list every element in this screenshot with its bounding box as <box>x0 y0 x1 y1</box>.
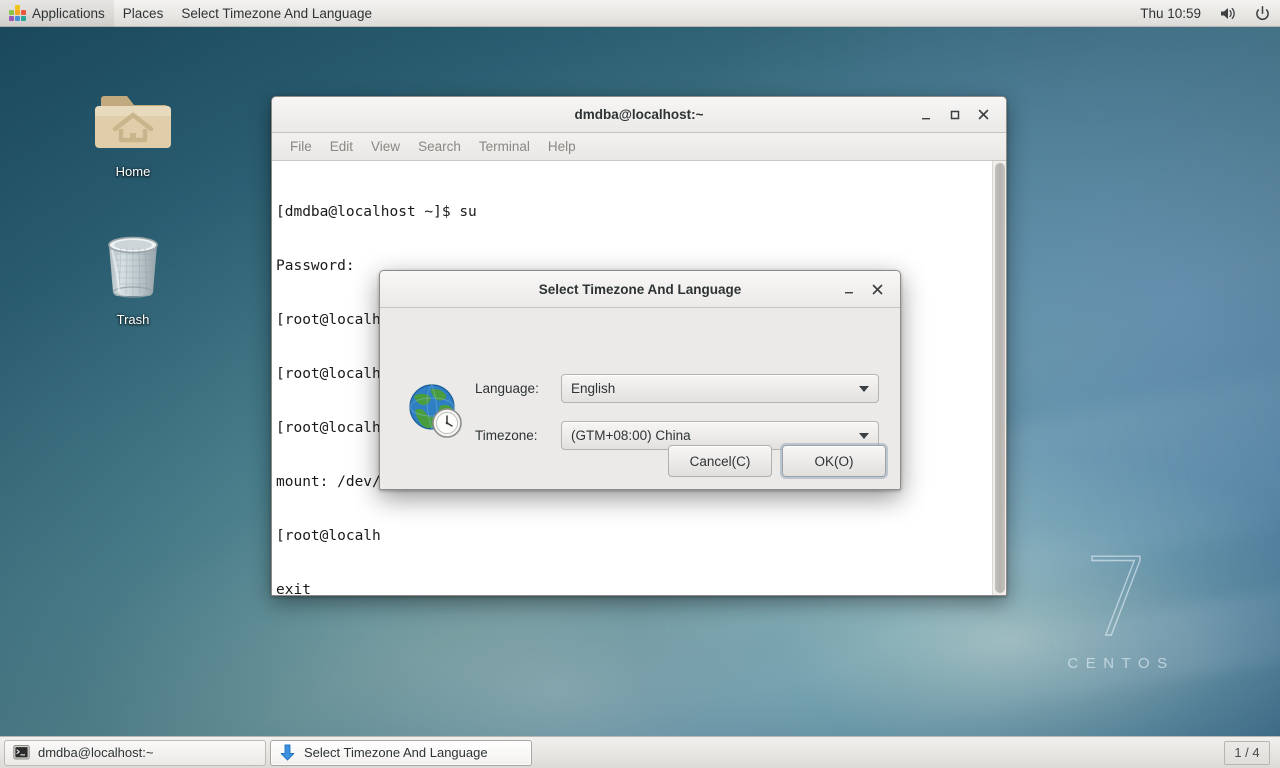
close-glyph <box>978 109 989 120</box>
terminal-menubar[interactable]: File Edit View Search Terminal Help <box>272 133 1006 161</box>
terminal-line: [dmdba@localhost ~]$ su <box>276 204 477 220</box>
panel-status-area: Thu 10:59 <box>1131 0 1280 27</box>
taskbar-item-label: Select Timezone And Language <box>304 745 488 760</box>
maximize-icon[interactable] <box>945 105 964 124</box>
dialog-content: Language: English Timezone: (GTM+08:00) … <box>380 308 900 489</box>
terminal-window-title: dmdba@localhost:~ <box>574 107 704 122</box>
minimize-icon[interactable] <box>916 105 935 124</box>
desktop-screen: 7 CENTOS Home Trash dmdba@localhost:~ Fi… <box>0 0 1280 768</box>
terminal-line: exit <box>276 582 311 595</box>
centos-watermark: 7 CENTOS <box>1035 536 1200 672</box>
maximize-glyph <box>950 110 959 119</box>
close-icon[interactable] <box>868 280 887 299</box>
places-menu[interactable]: Places <box>114 0 173 27</box>
menu-item-help[interactable]: Help <box>539 136 585 157</box>
chevron-down-icon <box>859 385 869 392</box>
language-label: Language: <box>475 381 539 396</box>
language-value: English <box>571 381 616 396</box>
applications-menu-label: Applications <box>32 5 105 21</box>
menu-item-terminal[interactable]: Terminal <box>470 136 539 157</box>
menu-item-search[interactable]: Search <box>409 136 470 157</box>
timezone-label: Timezone: <box>475 428 538 443</box>
ok-button[interactable]: OK(O) <box>782 445 886 477</box>
minimize-icon[interactable] <box>839 280 858 299</box>
power-button[interactable] <box>1245 0 1280 27</box>
terminal-scrollbar[interactable] <box>992 161 1006 595</box>
volume-icon <box>1221 7 1235 19</box>
applications-mosaic-icon <box>9 4 26 22</box>
language-select[interactable]: English <box>561 374 879 403</box>
dialog-titlebar[interactable]: Select Timezone And Language <box>380 271 900 308</box>
terminal-titlebar[interactable]: dmdba@localhost:~ <box>272 97 1006 133</box>
centos-version-number: 7 <box>1082 536 1152 661</box>
centos-wordmark: CENTOS <box>1067 655 1175 672</box>
taskbar-item-label: dmdba@localhost:~ <box>38 745 154 760</box>
dialog-button-row: Cancel(C) OK(O) <box>668 445 886 477</box>
taskbar: dmdba@localhost:~ Select Timezone And La… <box>0 736 1280 768</box>
desktop-icon-trash[interactable]: Trash <box>78 228 188 327</box>
workspace-indicator[interactable]: 1 / 4 <box>1224 740 1270 765</box>
menu-item-view[interactable]: View <box>362 136 409 157</box>
chevron-down-icon <box>859 432 869 439</box>
power-icon <box>1256 5 1269 20</box>
minimize-glyph <box>844 292 853 294</box>
desktop-icon-label: Trash <box>116 312 150 327</box>
taskbar-item-timezone-dialog[interactable]: Select Timezone And Language <box>270 739 532 766</box>
volume-button[interactable] <box>1210 0 1245 27</box>
close-glyph <box>872 284 883 294</box>
active-window-label: Select Timezone And Language <box>181 5 372 21</box>
minimize-glyph <box>921 117 930 119</box>
places-menu-label: Places <box>122 5 164 21</box>
timezone-language-dialog[interactable]: Select Timezone And Language Language: E… <box>379 270 901 490</box>
dialog-title: Select Timezone And Language <box>538 281 742 297</box>
cancel-button[interactable]: Cancel(C) <box>668 445 772 477</box>
home-folder-icon <box>95 96 171 148</box>
desktop-icon-home[interactable]: Home <box>78 76 188 179</box>
desktop-icon-label: Home <box>115 164 151 179</box>
clock[interactable]: Thu 10:59 <box>1131 0 1210 27</box>
globe-clock-icon <box>409 384 462 438</box>
active-window-menu[interactable]: Select Timezone And Language <box>172 0 381 27</box>
clock-label: Thu 10:59 <box>1140 5 1201 21</box>
terminal-line: [root@localh <box>276 528 381 544</box>
language-field-row: Language: English <box>475 374 879 403</box>
top-panel: Applications Places Select Timezone And … <box>0 0 1280 27</box>
menu-item-file[interactable]: File <box>281 136 321 157</box>
close-icon[interactable] <box>974 105 993 124</box>
taskbar-item-terminal[interactable]: dmdba@localhost:~ <box>4 739 266 766</box>
terminal-scrollbar-thumb[interactable] <box>995 163 1005 593</box>
terminal-icon <box>13 745 30 760</box>
timezone-value: (GTM+08:00) China <box>571 428 691 443</box>
applications-menu[interactable]: Applications <box>0 0 114 27</box>
menu-item-edit[interactable]: Edit <box>321 136 362 157</box>
trash-bin-icon <box>108 236 158 298</box>
down-arrow-icon <box>280 744 295 761</box>
